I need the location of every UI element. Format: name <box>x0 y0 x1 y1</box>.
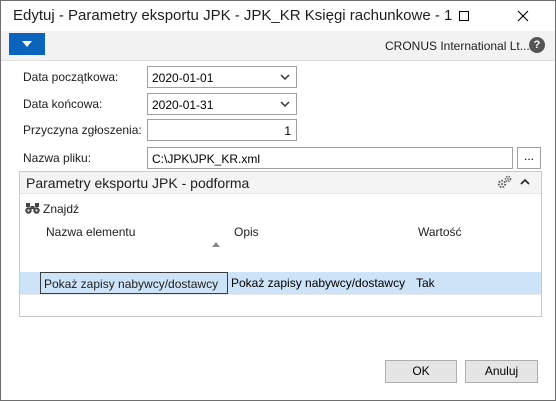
maximize-button[interactable] <box>446 1 482 31</box>
file-name-value: C:\JPK\JPK_KR.xml <box>152 152 261 166</box>
start-date-label: Data początkowa: <box>23 70 119 84</box>
reason-label: Przyczyna zgłoszenia: <box>23 123 142 137</box>
window-title: Edytuj - Parametry eksportu JPK - JPK_KR… <box>13 7 453 24</box>
table-cell-description: Pokaż zapisy nabywcy/dostawcy <box>231 276 406 290</box>
chevron-down-icon[interactable] <box>280 101 290 108</box>
end-date-value: 2020-01-31 <box>152 98 214 112</box>
chevron-down-icon[interactable] <box>280 74 290 81</box>
dropdown-arrow-icon <box>22 41 32 47</box>
binoculars-icon <box>25 203 40 214</box>
file-name-label: Nazwa pliku: <box>23 151 92 165</box>
table-cell-name[interactable]: Pokaż zapisy nabywcy/dostawcy <box>40 272 228 294</box>
chevron-up-icon[interactable] <box>520 178 530 185</box>
subform-header: Parametry eksportu JPK - podforma <box>20 172 541 194</box>
ok-button[interactable]: OK <box>385 360 457 383</box>
ribbon-menu-button[interactable] <box>9 33 45 55</box>
title-bar: Edytuj - Parametry eksportu JPK - JPK_KR… <box>1 1 555 31</box>
end-date-label: Data końcowa: <box>23 97 103 111</box>
row-divider <box>20 294 541 295</box>
sort-ascending-icon <box>212 242 220 247</box>
reason-field[interactable]: 1 <box>147 119 297 141</box>
column-header-value[interactable]: Wartość <box>418 225 462 239</box>
browse-file-button[interactable]: ... <box>517 147 541 169</box>
gears-icon[interactable] <box>496 175 512 190</box>
close-button[interactable] <box>500 1 546 31</box>
find-label: Znajdź <box>43 202 80 216</box>
end-date-field[interactable]: 2020-01-31 <box>147 93 297 115</box>
company-name: CRONUS International Lt... <box>385 39 530 53</box>
ribbon-bar: CRONUS International Lt... ? <box>1 31 555 61</box>
start-date-field[interactable]: 2020-01-01 <box>147 66 297 88</box>
start-date-value: 2020-01-01 <box>152 71 214 85</box>
close-icon <box>517 10 529 22</box>
maximize-icon <box>459 11 469 21</box>
column-header-description[interactable]: Opis <box>234 225 259 239</box>
dialog-window: Edytuj - Parametry eksportu JPK - JPK_KR… <box>0 0 556 401</box>
row-name-text: Pokaż zapisy nabywcy/dostawcy <box>44 277 219 291</box>
table-row[interactable]: Pokaż zapisy nabywcy/dostawcy Pokaż zapi… <box>20 272 541 294</box>
column-header-name[interactable]: Nazwa elementu <box>46 225 135 239</box>
file-name-field[interactable]: C:\JPK\JPK_KR.xml <box>147 147 513 169</box>
table-cell-value: Tak <box>416 276 435 290</box>
subform-panel: Parametry eksportu JPK - podforma Znajdź <box>19 171 542 317</box>
reason-value: 1 <box>284 124 291 138</box>
cancel-button[interactable]: Anuluj <box>465 360 538 383</box>
help-icon[interactable]: ? <box>529 37 545 53</box>
subform-title: Parametry eksportu JPK - podforma <box>26 175 250 191</box>
